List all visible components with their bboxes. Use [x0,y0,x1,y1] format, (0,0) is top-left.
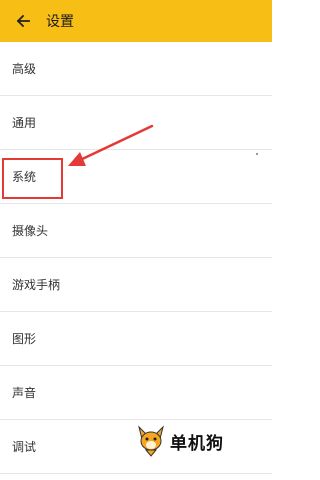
highlight-box [2,158,63,199]
settings-item-label: 通用 [12,116,37,130]
watermark-text: 单机狗 [170,433,224,454]
settings-screen: 设置 高级 通用 系统 摄像头 游戏手柄 图形 声音 调试 单机狗 [0,0,272,480]
settings-item-label: 游戏手柄 [12,278,61,292]
settings-item-label: 摄像头 [12,224,49,238]
page-title: 设置 [46,14,74,30]
settings-item-sound[interactable]: 声音 [0,366,272,420]
settings-list: 高级 通用 系统 摄像头 游戏手柄 图形 声音 调试 [0,42,272,474]
watermark: 单机狗 [136,424,256,458]
decorative-dot [256,153,258,155]
app-bar: 设置 [0,0,272,42]
settings-item-label: 图形 [12,332,37,346]
settings-item-graphics[interactable]: 图形 [0,312,272,366]
settings-item-camera[interactable]: 摄像头 [0,204,272,258]
settings-item-label: 声音 [12,386,37,400]
back-button[interactable] [2,0,44,42]
settings-item-label: 高级 [12,62,37,76]
settings-item-general[interactable]: 通用 [0,96,272,150]
settings-item-gamepad[interactable]: 游戏手柄 [0,258,272,312]
settings-item-advanced[interactable]: 高级 [0,42,272,96]
settings-item-label: 调试 [12,440,37,454]
fox-logo-icon [138,425,164,457]
back-arrow-icon [16,14,30,28]
